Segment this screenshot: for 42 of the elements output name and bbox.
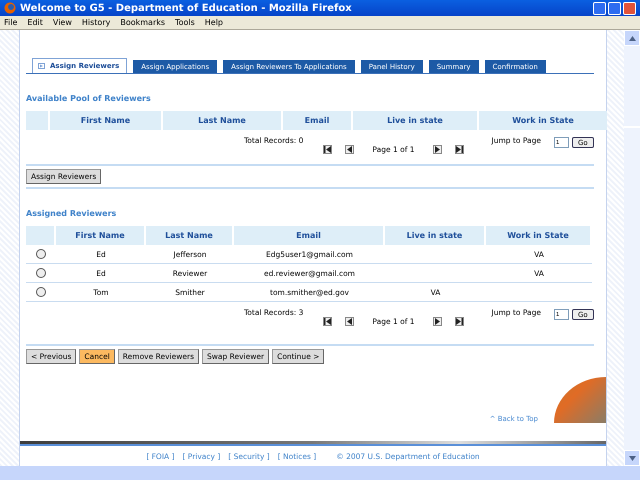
close-button[interactable] xyxy=(623,2,636,14)
column-header: Work in State xyxy=(486,226,590,245)
table-header xyxy=(26,226,54,245)
minimize-button[interactable] xyxy=(593,2,606,14)
tab-arrow-icon xyxy=(38,63,45,69)
menu-item[interactable]: History xyxy=(82,18,110,27)
column-header: First Name xyxy=(50,111,161,130)
column-header: Work in State xyxy=(479,111,607,130)
menu-item[interactable]: Bookmarks xyxy=(120,18,166,27)
menu-item[interactable]: File xyxy=(4,18,18,27)
row-radio[interactable] xyxy=(36,287,46,297)
last-page-icon[interactable] xyxy=(456,146,462,153)
table-header xyxy=(26,111,48,130)
scroll-down-icon[interactable] xyxy=(628,456,636,460)
first-page-icon[interactable] xyxy=(324,318,332,325)
previous-page-icon[interactable] xyxy=(346,318,354,325)
column-header: Live in state xyxy=(385,226,484,245)
restore-button[interactable] xyxy=(608,2,621,14)
row-radio[interactable] xyxy=(36,249,46,259)
browser-logo-icon xyxy=(4,2,16,14)
vertical-scrollbar[interactable] xyxy=(624,30,640,466)
menu-item[interactable]: Edit xyxy=(27,18,43,27)
column-header: Last Name xyxy=(146,226,232,245)
window-title: Welcome to G5 - Department of Education - Mozilla Firefox xyxy=(20,2,352,14)
section-title: Assigned Reviewers xyxy=(26,209,118,218)
column-header: Email xyxy=(283,111,351,130)
column-header: Live in state xyxy=(353,111,477,130)
menu-item[interactable]: View xyxy=(52,18,72,27)
next-page-icon[interactable] xyxy=(434,146,440,153)
column-header: First Name xyxy=(56,226,144,245)
row-radio[interactable] xyxy=(36,268,46,278)
last-page-icon[interactable] xyxy=(456,318,462,325)
first-page-icon[interactable] xyxy=(324,146,332,153)
previous-page-icon[interactable] xyxy=(346,146,354,153)
horizontal-scrollbar[interactable] xyxy=(0,466,640,480)
section-title: Available Pool of Reviewers xyxy=(26,94,152,103)
scroll-up-icon[interactable] xyxy=(628,36,636,40)
menu-item[interactable]: Help xyxy=(204,18,224,27)
menu-item[interactable]: Tools xyxy=(175,18,195,27)
column-header: Email xyxy=(234,226,383,245)
column-header: Last Name xyxy=(163,111,281,130)
next-page-icon[interactable] xyxy=(434,318,440,325)
